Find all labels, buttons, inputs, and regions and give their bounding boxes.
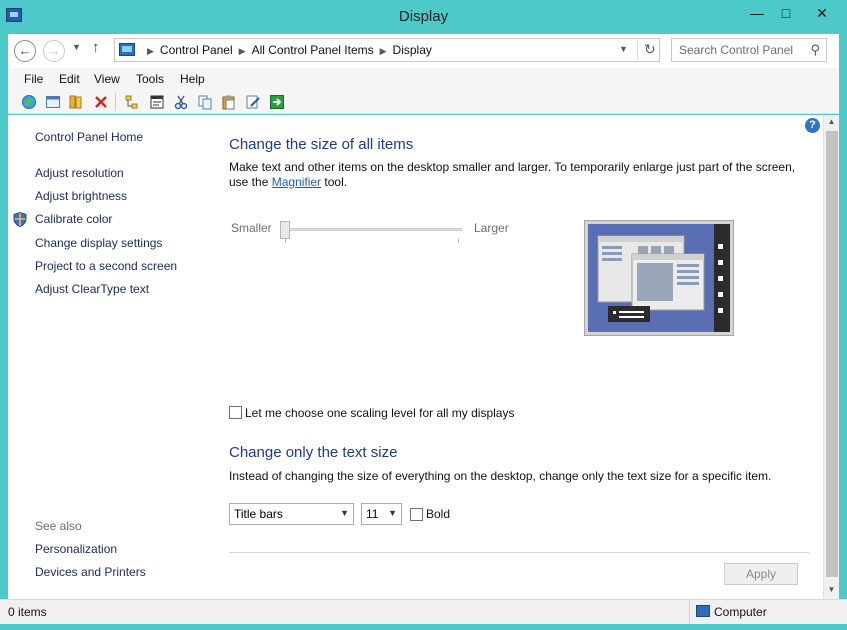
left-navigation-pane: Control Panel Home Adjust resolution Adj… <box>8 115 208 599</box>
window-list-icon[interactable] <box>45 94 61 110</box>
slider-tick <box>285 239 286 243</box>
globe-icon[interactable] <box>21 94 37 110</box>
maximize-button[interactable]: □ <box>771 4 801 24</box>
chevron-down-icon: ▼ <box>388 508 397 518</box>
address-bar[interactable]: ▶ Control Panel ▶ All Control Panel Items ▶ D… <box>114 38 660 62</box>
toolbar <box>8 90 839 114</box>
chevron-down-icon: ▼ <box>340 508 349 518</box>
size-slider-track[interactable] <box>280 228 462 231</box>
search-input[interactable]: Search Control Panel ⚲ <box>671 38 827 62</box>
scaling-level-checkbox[interactable] <box>229 406 242 419</box>
breadcrumb: ▶ Control Panel ▶ All Control Panel Items ▶ D… <box>141 43 432 57</box>
status-location: Computer <box>689 600 839 624</box>
menu-bar: File Edit View Tools Help <box>8 68 839 90</box>
breadcrumb-control-panel[interactable]: Control Panel <box>160 43 233 57</box>
item-select[interactable]: Title bars ▼ <box>229 503 354 525</box>
vertical-scrollbar[interactable]: ▲ ▼ <box>823 115 839 599</box>
slider-larger-label: Larger <box>474 221 509 235</box>
bold-checkbox[interactable] <box>410 508 423 521</box>
size-description-prefix: use the <box>229 175 272 189</box>
tree-icon[interactable] <box>124 94 140 110</box>
status-bar: 0 items Computer <box>0 599 847 624</box>
see-also-devices-printers-link[interactable]: Devices and Printers <box>35 565 146 579</box>
font-size-select-value: 11 <box>366 507 379 521</box>
text-size-description: Instead of changing the size of everythi… <box>229 469 772 483</box>
divider <box>229 552 809 553</box>
minimize-button[interactable]: — <box>742 4 772 24</box>
chevron-right-icon[interactable]: ▶ <box>239 46 246 56</box>
scrollbar-thumb[interactable] <box>826 131 838 577</box>
back-button[interactable]: ← <box>14 40 36 62</box>
properties-icon[interactable] <box>149 94 165 110</box>
desktop-preview-illustration <box>588 224 730 332</box>
see-also-label: See also <box>35 519 82 533</box>
size-description-line-1: Make text and other items on the desktop… <box>229 160 796 174</box>
menu-edit[interactable]: Edit <box>59 72 80 86</box>
see-also-personalization-link[interactable]: Personalization <box>35 542 117 556</box>
control-panel-home-link[interactable]: Control Panel Home <box>35 130 143 144</box>
menu-file[interactable]: File <box>24 72 43 86</box>
control-panel-icon <box>119 43 135 56</box>
chevron-right-icon[interactable]: ▶ <box>147 46 154 56</box>
up-button[interactable]: ↑ <box>92 39 100 56</box>
navigation-bar: ← → ▼ ↑ ▶ Control Panel ▶ All Control Panel… <box>8 34 839 68</box>
magnifier-link[interactable]: Magnifier <box>272 175 321 189</box>
size-slider-thumb[interactable] <box>280 221 290 239</box>
bold-checkbox-label[interactable]: Bold <box>426 507 450 521</box>
computer-icon <box>696 605 710 617</box>
recent-locations-dropdown[interactable]: ▼ <box>72 42 81 52</box>
close-button[interactable]: ✕ <box>804 4 840 24</box>
search-icon[interactable]: ⚲ <box>810 42 820 58</box>
run-icon[interactable] <box>269 94 285 110</box>
slider-smaller-label: Smaller <box>231 221 272 235</box>
sidebar-item-calibrate-color[interactable]: Calibrate color <box>35 212 112 226</box>
shield-icon <box>13 212 27 227</box>
scaling-level-checkbox-label[interactable]: Let me choose one scaling level for all … <box>245 406 514 420</box>
window: Display — □ ✕ ← → ▼ ↑ ▶ Control Panel ▶ All… <box>0 0 847 630</box>
size-heading: Change the size of all items <box>229 136 414 153</box>
display-preview-image <box>584 220 734 336</box>
search-placeholder: Search Control Panel <box>679 43 794 57</box>
font-size-select[interactable]: 11 ▼ <box>361 503 402 525</box>
cut-icon[interactable] <box>173 94 189 110</box>
edit-icon[interactable] <box>245 94 261 110</box>
text-size-heading: Change only the text size <box>229 444 398 461</box>
paste-icon[interactable] <box>221 94 237 110</box>
menu-help[interactable]: Help <box>180 72 205 86</box>
breadcrumb-all-items[interactable]: All Control Panel Items <box>252 43 374 57</box>
address-dropdown-icon[interactable]: ▼ <box>619 44 628 54</box>
copy-icon[interactable] <box>197 94 213 110</box>
toolbar-separator <box>115 93 116 111</box>
forward-button[interactable]: → <box>43 40 65 62</box>
size-description-suffix: tool. <box>321 175 348 189</box>
sidebar-item-adjust-resolution[interactable]: Adjust resolution <box>35 166 124 180</box>
help-icon[interactable]: ? <box>805 118 820 133</box>
item-count: 0 items <box>8 605 47 619</box>
breadcrumb-display[interactable]: Display <box>393 43 432 57</box>
sidebar-item-project-second-screen[interactable]: Project to a second screen <box>35 259 177 273</box>
chevron-right-icon[interactable]: ▶ <box>380 46 387 56</box>
title-bar: Display — □ ✕ <box>0 0 847 34</box>
refresh-icon[interactable]: ↻ <box>637 41 656 60</box>
size-description: Make text and other items on the desktop… <box>229 160 809 190</box>
status-location-label: Computer <box>714 605 767 619</box>
folder-books-icon[interactable] <box>68 94 84 110</box>
window-title: Display <box>398 8 449 25</box>
menu-view[interactable]: View <box>94 72 120 86</box>
scroll-down-icon[interactable]: ▼ <box>824 583 839 597</box>
sidebar-item-adjust-cleartype[interactable]: Adjust ClearType text <box>35 282 149 296</box>
scroll-up-icon[interactable]: ▲ <box>824 115 839 129</box>
delete-icon[interactable] <box>93 94 109 110</box>
sidebar-item-change-display-settings[interactable]: Change display settings <box>35 236 162 250</box>
content-area: Control Panel Home Adjust resolution Adj… <box>8 115 823 599</box>
item-select-value: Title bars <box>234 507 283 521</box>
sidebar-item-adjust-brightness[interactable]: Adjust brightness <box>35 189 127 203</box>
apply-button[interactable]: Apply <box>724 563 798 585</box>
slider-tick <box>458 239 459 243</box>
menu-tools[interactable]: Tools <box>136 72 164 86</box>
